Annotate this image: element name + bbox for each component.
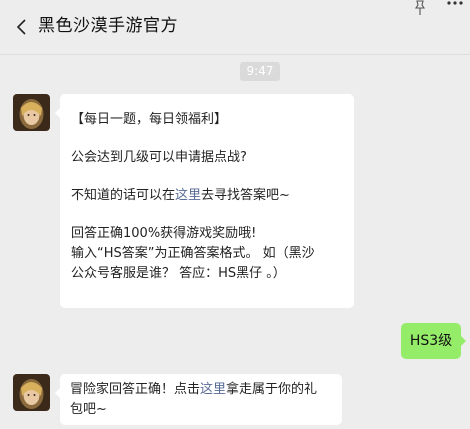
pin-icon [414,0,426,15]
avatar-image [13,94,50,131]
message-line: 包吧~ [70,402,107,417]
gift-link[interactable]: 这里 [200,382,226,397]
chat-header: 黑色沙漠手游官方 [0,0,470,55]
message-line: 不知道的话可以在这里去寻找答案吧~ [71,188,290,203]
message-line: 【每日一题，每日领福利】 [71,112,228,127]
message-bubble-answer: 冒险家回答正确！点击这里拿走属于你的礼 包吧~ [55,374,342,425]
message-line: 公会达到几级可以申请据点战? [71,150,247,165]
pin-button[interactable] [412,0,428,16]
message-line: 回答正确100%获得游戏奖励哦! [71,226,257,241]
my-reply-bubble: HS3级 [401,323,466,359]
more-icon [447,1,463,5]
more-button[interactable] [445,0,465,16]
my-reply-text: HS3级 [409,333,453,349]
message-line: 输入“HS答案”为正确答案格式。 如（黑沙 [71,246,315,261]
back-button[interactable] [10,15,34,39]
message-bubble-question: 【每日一题，每日领福利】 公会达到几级可以申请据点战? 不知道的话可以在这里去寻… [55,94,354,308]
message-line: 公众号客服是谁？ 答应：HS黑仔 。） [71,266,286,281]
avatar-image [13,374,50,411]
message-timestamp: 9:47 [240,62,280,81]
back-arrow-icon [16,19,26,35]
chat-title: 黑色沙漠手游官方 [38,16,178,36]
message-line: 冒险家回答正确！点击这里拿走属于你的礼 [70,382,318,397]
answer-link[interactable]: 这里 [175,188,201,203]
official-account-avatar[interactable] [13,374,50,411]
official-account-avatar[interactable] [13,94,50,131]
